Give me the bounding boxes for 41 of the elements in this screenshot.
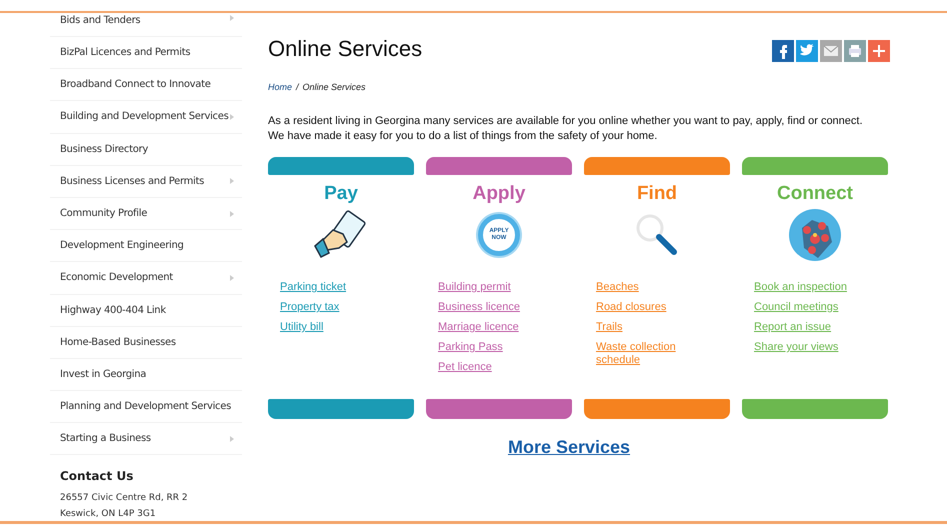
email-icon[interactable]	[820, 40, 842, 62]
people-network-icon	[788, 208, 842, 262]
sidebar-item[interactable]: Highway 400-404 Link	[50, 294, 242, 327]
service-link[interactable]: Marriage licence	[438, 321, 548, 334]
intro-paragraph: As a resident living in Georgina many services are available for you online whether you want to pay, apply, find or connect. We have made it easy for you to do a list of things from the safety of your home.	[268, 114, 864, 144]
address-line: 26557 Civic Centre Rd, RR 2	[60, 493, 189, 504]
service-link[interactable]: Pet licence	[438, 361, 548, 374]
sidebar-item[interactable]: Broadband Connect to Innovate	[50, 69, 242, 102]
sidebar-item[interactable]: Starting a Business	[50, 423, 242, 456]
service-link[interactable]: Parking ticket	[280, 281, 390, 294]
service-link[interactable]: Parking Pass	[438, 341, 548, 354]
breadcrumb-current: Online Services	[302, 82, 366, 92]
sidebar-item[interactable]: Economic Development	[50, 262, 242, 294]
facebook-icon[interactable]	[772, 40, 794, 62]
service-link[interactable]: Property tax	[280, 301, 390, 314]
sidebar-item[interactable]: Building and Development Services	[50, 101, 242, 134]
breadcrumb-link[interactable]: Home	[268, 82, 292, 92]
card-title: Pay	[324, 183, 358, 205]
sidebar-item[interactable]: Bids and Tenders	[50, 13, 242, 37]
add-icon[interactable]	[868, 40, 890, 62]
service-link[interactable]: Business licence	[438, 301, 548, 314]
sidebar-item[interactable]: Business Directory	[50, 134, 242, 166]
contact-heading: Contact Us	[60, 469, 134, 484]
sidebar-item[interactable]: BizPal Licences and Permits	[50, 37, 242, 70]
sidebar-item[interactable]: Business Licenses and Permits	[50, 166, 242, 198]
print-icon[interactable]	[844, 40, 866, 62]
sidebar-item[interactable]: Planning and Development Services	[50, 391, 242, 424]
sidebar-item[interactable]: Home-Based Businesses	[50, 326, 242, 359]
address-line: Keswick, ON L4P 3G1	[60, 509, 157, 520]
service-link[interactable]: Building permit	[438, 281, 548, 294]
sidebar-item[interactable]: Invest in Georgina	[50, 358, 242, 392]
twitter-icon[interactable]	[796, 40, 818, 62]
page-title: Online Services	[268, 36, 422, 62]
breadcrumb-separator: /	[296, 82, 299, 92]
card-title: Find	[636, 183, 678, 205]
sidebar-item[interactable]: Development Engineering	[50, 230, 242, 262]
card-title: Apply	[472, 183, 526, 205]
card-title: Connect	[777, 183, 853, 205]
sidebar-item[interactable]: Community Profile	[50, 198, 242, 230]
more-services-link[interactable]: More Services	[508, 437, 630, 458]
service-link[interactable]: Utility bill	[280, 321, 390, 334]
